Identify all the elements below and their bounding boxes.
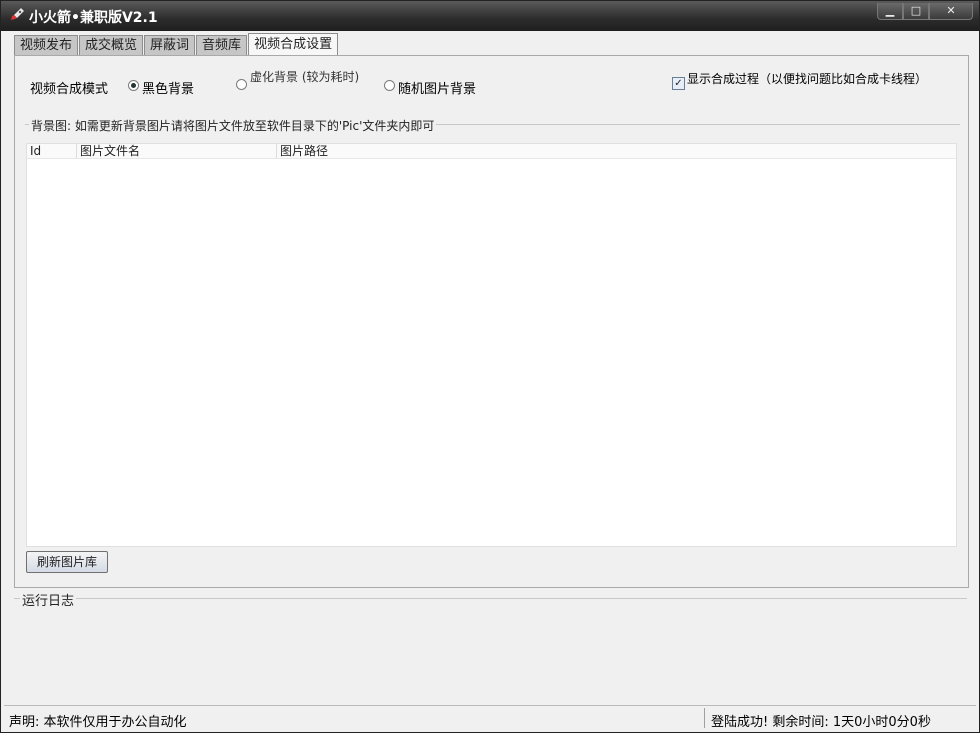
app-window: 小火箭•兼职版V2.1 ▁ □ ✕ 视频发布 成交概览 屏蔽词 音频库 视频合成… <box>0 0 980 733</box>
column-header-id[interactable]: Id <box>27 144 77 158</box>
status-login-time: 登陆成功! 剩余时间: 1天0小时0分0秒 <box>711 715 931 730</box>
radio-unselected-icon <box>236 79 247 90</box>
column-header-path[interactable]: 图片路径 <box>277 144 956 158</box>
list-header: Id 图片文件名 图片路径 <box>27 144 956 159</box>
radio-random-image-background[interactable]: 随机图片背景 <box>384 78 476 97</box>
window-title: 小火箭•兼职版V2.1 <box>29 10 158 26</box>
radio-black-background[interactable]: 黑色背景 <box>128 78 194 97</box>
window-controls: ▁ □ ✕ <box>877 3 973 20</box>
minimize-button[interactable]: ▁ <box>877 3 903 20</box>
checkbox-label: 显示合成过程（以便找问题比如合成卡线程） <box>687 72 928 86</box>
tab-deal-overview[interactable]: 成交概览 <box>79 35 144 55</box>
title-bar[interactable]: 小火箭•兼职版V2.1 ▁ □ ✕ <box>1 1 979 31</box>
column-header-filename[interactable]: 图片文件名 <box>77 144 277 158</box>
refresh-image-library-button[interactable]: 刷新图片库 <box>26 551 108 573</box>
log-legend: 运行日志 <box>20 590 77 609</box>
mode-label: 视频合成模式 <box>30 82 109 97</box>
tab-video-compose-settings[interactable]: 视频合成设置 <box>248 33 339 55</box>
radio-blur-background[interactable]: 虚化背景 (较为耗时) <box>236 70 360 90</box>
group-legend: 背景图: 如需更新背景图片请将图片文件放至软件目录下的'Pic'文件夹内即可 <box>29 117 437 134</box>
status-disclaimer: 声明: 本软件仅用于办公自动化 <box>9 715 187 730</box>
tab-video-publish[interactable]: 视频发布 <box>14 35 79 55</box>
status-divider <box>704 708 705 728</box>
checkbox-checked-icon: ✓ <box>672 77 685 90</box>
client-area: 视频发布 成交概览 屏蔽词 音频库 视频合成设置 视频合成模式 黑色背景 虚化背… <box>4 31 976 701</box>
radio-label: 虚化背景 (较为耗时) <box>250 70 360 84</box>
rocket-icon <box>11 7 25 20</box>
status-bar: 声明: 本软件仅用于办公自动化 登陆成功! 剩余时间: 1天0小时0分0秒 <box>4 705 976 730</box>
show-process-checkbox[interactable]: ✓ 显示合成过程（以便找问题比如合成卡线程） <box>672 72 957 90</box>
radio-unselected-icon <box>384 80 395 91</box>
run-log-group: 运行日志 <box>14 590 967 699</box>
tab-strip: 视频发布 成交概览 屏蔽词 音频库 视频合成设置 <box>14 33 339 55</box>
radio-label: 随机图片背景 <box>398 82 477 97</box>
close-button[interactable]: ✕ <box>929 3 973 20</box>
radio-selected-icon <box>128 80 139 91</box>
tab-blocked-words[interactable]: 屏蔽词 <box>144 35 196 55</box>
tab-page-compose-settings: 视频合成模式 黑色背景 虚化背景 (较为耗时) 随机图片背景 ✓ 显示合成过程（… <box>14 55 969 588</box>
image-list[interactable]: Id 图片文件名 图片路径 <box>26 143 957 547</box>
maximize-button[interactable]: □ <box>903 3 929 20</box>
radio-label: 黑色背景 <box>142 82 195 97</box>
tab-audio-library[interactable]: 音频库 <box>196 35 248 55</box>
